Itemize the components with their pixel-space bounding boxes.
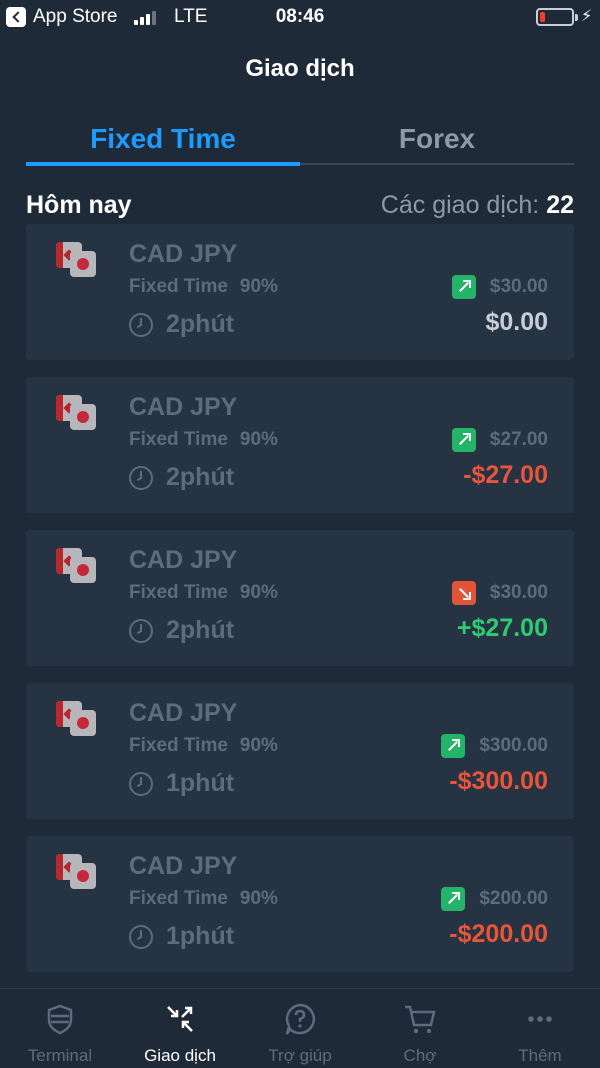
help-chat-icon — [285, 1003, 316, 1035]
tab-forex[interactable]: Forex — [300, 115, 574, 167]
trade-result: +$27.00 — [456, 614, 548, 642]
trade-count-label: Các giao dịch: — [380, 191, 540, 219]
arrow-up-right-icon — [441, 734, 466, 758]
trade-result: -$300.00 — [449, 767, 548, 795]
clock-icon — [129, 925, 153, 949]
duration-value: 1phút — [166, 922, 235, 950]
stake-row: $30.00 — [451, 581, 548, 605]
currency-pair: CAD JPY — [129, 852, 238, 880]
cart-icon — [405, 1005, 436, 1034]
nav-item-market[interactable]: Chợ — [360, 989, 480, 1068]
currency-pair-flags-icon — [56, 701, 98, 737]
trade-card[interactable]: CAD JPY Fixed Time 90% 2phút $30.00 +$27.00 — [26, 530, 574, 666]
currency-pair: CAD JPY — [129, 393, 238, 421]
bottom-nav: Terminal Giao dịch Trợ giúp Chợ Thêm — [0, 988, 600, 1068]
trade-type-tabs: Fixed Time Forex — [26, 115, 574, 167]
trade-result: -$200.00 — [449, 920, 548, 948]
payout-percent: 90% — [239, 735, 278, 756]
stake-amount: $30.00 — [489, 582, 548, 603]
charging-bolt-icon: ⚡ — [581, 8, 593, 25]
currency-pair-flags-icon — [56, 854, 98, 890]
duration-value: 2phút — [166, 310, 235, 338]
nav-item-terminal[interactable]: Terminal — [0, 989, 120, 1068]
status-bar: App Store LTE 08:46 ⚡ — [0, 0, 600, 34]
clock-time: 08:46 — [275, 6, 325, 27]
stake-amount: $30.00 — [489, 276, 548, 297]
battery-icon — [536, 8, 578, 26]
currency-pair-flags-icon — [56, 548, 98, 584]
japan-flag-icon — [70, 557, 96, 583]
trade-card[interactable]: CAD JPY Fixed Time 90% 2phút $27.00 -$27.00 — [26, 377, 574, 513]
trade-mode-label: Fixed Time — [129, 429, 228, 450]
nav-label-trades: Giao dịch — [144, 1046, 216, 1065]
stake-row: $300.00 — [441, 734, 548, 758]
trade-result: -$27.00 — [463, 461, 548, 489]
payout-percent: 90% — [239, 276, 278, 297]
trade-list: CAD JPY Fixed Time 90% 2phút $30.00 $0.00 CAD … — [26, 224, 574, 989]
trade-mode: Fixed Time 90% — [129, 429, 278, 451]
trade-mode: Fixed Time 90% — [129, 582, 278, 604]
page-title: Giao dịch — [245, 55, 355, 82]
nav-item-trades[interactable]: Giao dịch — [120, 989, 240, 1068]
japan-flag-icon — [70, 863, 96, 889]
stake-row: $30.00 — [451, 275, 548, 299]
japan-flag-icon — [70, 404, 96, 430]
stake-row: $27.00 — [451, 428, 548, 452]
shield-icon — [47, 1004, 73, 1035]
clock-icon — [129, 619, 153, 643]
trade-result: $0.00 — [485, 308, 548, 336]
trade-mode-label: Fixed Time — [129, 735, 228, 756]
stake-row: $200.00 — [441, 887, 548, 911]
arrows-in-out-icon — [167, 1006, 193, 1032]
trade-mode: Fixed Time 90% — [129, 276, 278, 298]
trades-screen: App Store LTE 08:46 ⚡ Giao dịch Fixed Ti… — [0, 0, 600, 1068]
trade-card[interactable]: CAD JPY Fixed Time 90% 2phút $30.00 $0.00 — [26, 224, 574, 360]
active-tab-indicator — [26, 162, 300, 166]
nav-label-terminal: Terminal — [27, 1046, 93, 1065]
payout-percent: 90% — [239, 888, 278, 909]
clock-icon — [129, 466, 153, 490]
nav-label-more: Thêm — [518, 1046, 562, 1065]
currency-pair-flags-icon — [56, 395, 98, 431]
japan-flag-icon — [70, 251, 96, 277]
currency-pair: CAD JPY — [129, 240, 238, 268]
payout-percent: 90% — [239, 429, 278, 450]
trade-mode: Fixed Time 90% — [129, 888, 278, 910]
currency-pair: CAD JPY — [129, 699, 238, 727]
nav-item-help[interactable]: Trợ giúp — [240, 989, 360, 1068]
battery-level — [540, 12, 545, 22]
arrow-up-right-icon — [441, 887, 466, 911]
trade-card[interactable]: CAD JPY Fixed Time 90% 1phút $200.00 -$200.00 — [26, 836, 574, 972]
currency-pair-flags-icon — [56, 242, 98, 278]
nav-label-market: Chợ — [403, 1046, 437, 1065]
nav-item-more[interactable]: Thêm — [480, 989, 600, 1068]
tab-fixed-time[interactable]: Fixed Time — [26, 115, 300, 167]
arrow-down-right-icon — [451, 581, 476, 605]
currency-pair: CAD JPY — [129, 546, 238, 574]
trade-mode-label: Fixed Time — [129, 582, 228, 603]
stake-amount: $300.00 — [479, 735, 548, 756]
trade-mode-label: Fixed Time — [129, 276, 228, 297]
trade-mode-label: Fixed Time — [129, 888, 228, 909]
nav-label-help: Trợ giúp — [268, 1046, 332, 1065]
trade-card[interactable]: CAD JPY Fixed Time 90% 1phút $300.00 -$300.00 — [26, 683, 574, 819]
trade-count-value: 22 — [546, 191, 574, 219]
clock-icon — [129, 772, 153, 796]
duration-value: 1phút — [166, 769, 235, 797]
trade-count: Các giao dịch: 22 — [381, 191, 574, 220]
duration-value: 2phút — [166, 463, 235, 491]
arrow-up-right-icon — [451, 428, 476, 452]
japan-flag-icon — [70, 710, 96, 736]
arrow-up-right-icon — [451, 275, 476, 299]
trade-mode: Fixed Time 90% — [129, 735, 278, 757]
stake-amount: $200.00 — [479, 888, 548, 909]
section-title-today: Hôm nay — [26, 191, 132, 219]
stake-amount: $27.00 — [489, 429, 548, 450]
duration-value: 2phút — [166, 616, 235, 644]
payout-percent: 90% — [239, 582, 278, 603]
more-dots-icon — [528, 1016, 552, 1022]
clock-icon — [129, 313, 153, 337]
